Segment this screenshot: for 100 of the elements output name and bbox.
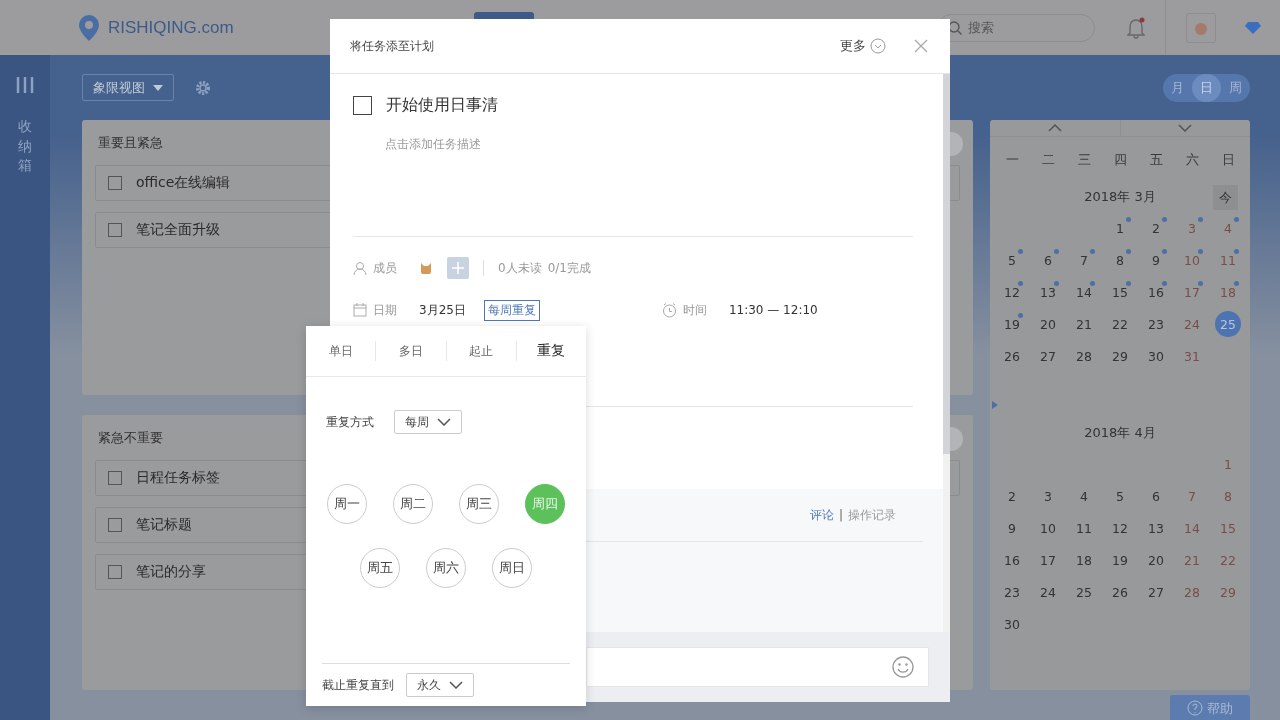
calendar-day[interactable]: 15 [1215,515,1241,541]
calendar-day[interactable]: 20 [1035,311,1061,337]
calendar-day[interactable]: 25 [1215,311,1241,337]
weekday-toggle[interactable]: 周六 [426,548,466,588]
calendar-day[interactable]: 26 [1107,579,1133,605]
weekday-toggle[interactable]: 周三 [459,484,499,524]
calendar-day[interactable]: 2 [1143,215,1169,241]
calendar-day[interactable]: 7 [1071,247,1097,273]
calendar-day[interactable]: 28 [1071,343,1097,369]
calendar-day[interactable]: 28 [1179,579,1205,605]
view-select[interactable]: 象限视图 [82,74,174,101]
task-checkbox[interactable] [108,176,122,190]
calendar-day[interactable]: 3 [1035,483,1061,509]
task-checkbox[interactable] [108,518,122,532]
calendar-day[interactable]: 12 [1107,515,1133,541]
inbox-label[interactable]: 收纳箱 [18,117,32,176]
calendar-day[interactable]: 19 [999,311,1025,337]
calendar-day[interactable]: 1 [1215,451,1241,477]
calendar-day[interactable]: 26 [999,343,1025,369]
calendar-day[interactable]: 27 [1035,343,1061,369]
task-checkbox[interactable] [108,565,122,579]
calendar-day[interactable]: 16 [1143,279,1169,305]
calendar-day[interactable]: 20 [1143,547,1169,573]
diamond-icon[interactable] [1244,20,1262,35]
calendar-day[interactable]: 4 [1071,483,1097,509]
calendar-day[interactable]: 30 [999,611,1025,637]
calendar-day[interactable]: 5 [1107,483,1133,509]
calendar-day[interactable]: 22 [1107,311,1133,337]
calendar-day[interactable]: 29 [1107,343,1133,369]
repeat-until-select[interactable]: 永久 [406,673,474,697]
calendar-day[interactable]: 9 [1143,247,1169,273]
calendar-day[interactable]: 24 [1179,311,1205,337]
calendar-day[interactable]: 7 [1179,483,1205,509]
calendar-day[interactable]: 9 [999,515,1025,541]
calendar-day[interactable]: 8 [1215,483,1241,509]
calendar-day[interactable]: 23 [1143,311,1169,337]
calendar-day[interactable]: 2 [999,483,1025,509]
calendar-day[interactable]: 5 [999,247,1025,273]
comment-tab[interactable]: 操作记录 [848,506,896,524]
settings-icon[interactable] [194,78,212,97]
calendar-day[interactable]: 4 [1215,215,1241,241]
date-mode-tab[interactable]: 重复 [515,341,586,361]
task-checkbox[interactable] [108,471,122,485]
task-checkbox[interactable] [108,223,122,237]
date-mode-tab[interactable]: 起止 [445,341,516,361]
calendar-day[interactable]: 21 [1071,311,1097,337]
calendar-day[interactable]: 11 [1215,247,1241,273]
calendar-day[interactable]: 18 [1215,279,1241,305]
repeat-mode-select[interactable]: 每周 [394,410,462,434]
weekday-toggle[interactable]: 周日 [492,548,532,588]
task-title[interactable]: 开始使用日事清 [386,94,498,116]
calendar-day[interactable]: 14 [1071,279,1097,305]
view-tab[interactable]: 日 [1192,73,1221,102]
bell-icon[interactable] [1127,16,1145,39]
calendar-day[interactable]: 27 [1143,579,1169,605]
comment-input[interactable] [586,647,929,687]
calendar-day[interactable]: 31 [1179,343,1205,369]
calendar-day[interactable]: 1 [1107,215,1133,241]
close-icon[interactable] [914,39,928,53]
calendar-day[interactable]: 13 [1143,515,1169,541]
description-placeholder[interactable]: 点击添加任务描述 [385,137,481,151]
calendar-day[interactable]: 19 [1107,547,1133,573]
weekday-toggle[interactable]: 周五 [360,548,400,588]
calendar-day[interactable]: 25 [1071,579,1097,605]
calendar-day[interactable]: 10 [1179,247,1205,273]
calendar-day[interactable]: 6 [1143,483,1169,509]
weekday-toggle[interactable]: 周一 [327,484,367,524]
date-value[interactable]: 3月25日 [419,301,466,319]
today-button[interactable]: 今 [1213,185,1238,210]
calendar-day[interactable]: 18 [1071,547,1097,573]
calendar-day[interactable]: 17 [1035,547,1061,573]
calendar-day[interactable]: 10 [1035,515,1061,541]
add-member-button[interactable] [447,257,469,279]
calendar-day[interactable]: 17 [1179,279,1205,305]
task-checkbox[interactable] [353,95,372,115]
calendar-day[interactable]: 29 [1215,579,1241,605]
repeat-tag[interactable]: 每周重复 [483,299,540,321]
calendar-day[interactable]: 14 [1179,515,1205,541]
time-value[interactable]: 11:30 — 12:10 [728,303,818,317]
view-tab[interactable]: 月 [1163,73,1192,102]
comment-tab[interactable]: 评论 [809,506,834,524]
calendar-day[interactable]: 16 [999,547,1025,573]
weekday-toggle[interactable]: 周二 [393,484,433,524]
smiley-icon[interactable] [892,656,914,678]
calendar-day[interactable]: 3 [1179,215,1205,241]
calendar-day[interactable]: 23 [999,579,1025,605]
member-avatar-icon[interactable] [419,261,433,275]
calendar-day[interactable]: 8 [1107,247,1133,273]
date-mode-tab[interactable]: 多日 [375,341,446,361]
up-chevron-icon[interactable] [1047,124,1062,132]
avatar[interactable] [1186,12,1216,43]
date-mode-tab[interactable]: 单日 [306,341,376,361]
view-tab[interactable]: 周 [1221,73,1250,102]
scrollbar-thumb[interactable] [943,74,950,454]
calendar-day[interactable]: 15 [1107,279,1133,305]
calendar-day[interactable]: 13 [1035,279,1061,305]
calendar-day[interactable]: 6 [1035,247,1061,273]
menu-icon[interactable] [16,77,34,93]
calendar-day[interactable]: 11 [1071,515,1097,541]
calendar-day[interactable]: 12 [999,279,1025,305]
